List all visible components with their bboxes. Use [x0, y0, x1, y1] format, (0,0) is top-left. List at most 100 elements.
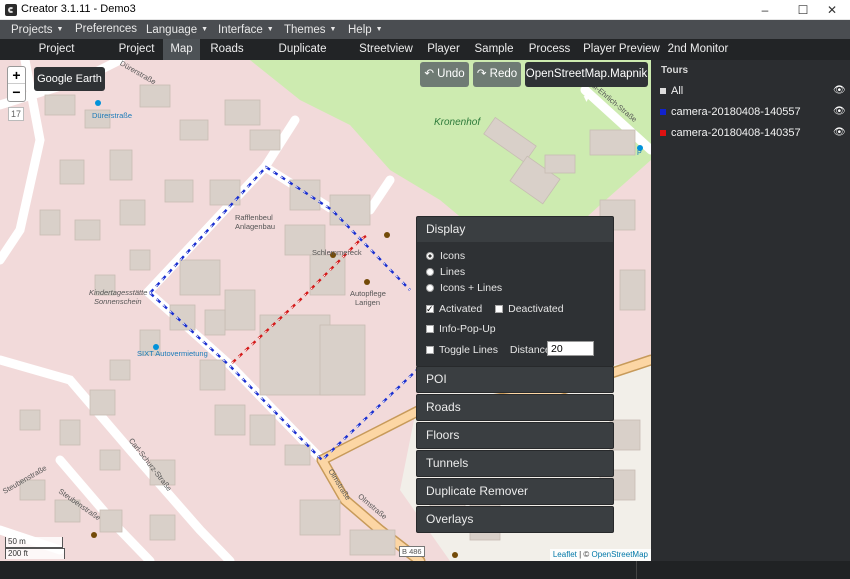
map-label-kronenhof: Kronenhof [434, 117, 481, 128]
window-title: Creator 3.1.11 - Demo3 [21, 3, 136, 15]
menu-help[interactable]: Help ▼ [348, 20, 383, 39]
display-panel-body: Icons Lines Icons + Lines Activated Deac… [417, 242, 613, 366]
option-label: Lines [440, 266, 466, 278]
menu-language[interactable]: Language ▼ [146, 20, 208, 39]
map-attribution: Leaflet | © OpenStreetMap [549, 549, 651, 561]
map-label-b486: B 486 [399, 546, 425, 557]
info-popup-checkbox[interactable] [426, 325, 434, 333]
poi-panel-header[interactable]: POI [417, 367, 613, 392]
scale-imperial: 200 ft [5, 548, 65, 559]
menu-label: Projects [11, 24, 53, 36]
tunnels-panel[interactable]: Tunnels [416, 450, 614, 477]
radio-icons[interactable] [426, 252, 434, 260]
tour-label: camera-20180408-140557 [671, 106, 801, 118]
roads-panel[interactable]: Roads [416, 394, 614, 421]
menu-label: Interface [218, 24, 263, 36]
tab-player-preview[interactable]: Player Preview [583, 39, 660, 60]
tours-title: Tours [661, 65, 689, 76]
caret-down-icon: ▼ [201, 26, 209, 33]
option-icons-lines[interactable]: Icons + Lines [426, 280, 613, 296]
map-view[interactable]: Kronenhof Dürerstraße Dürerstraße Raffle… [0, 60, 651, 561]
menu-themes[interactable]: Themes ▼ [284, 20, 336, 39]
distance-input[interactable]: 20 [547, 341, 594, 356]
map-label-sonnenschein: Sonnenschein [94, 297, 142, 306]
tab-roads[interactable]: Roads [205, 39, 249, 60]
radio-icons-lines[interactable] [426, 284, 434, 292]
status-bar [0, 561, 850, 579]
floors-panel-header[interactable]: Floors [417, 423, 613, 448]
menu-preferences[interactable]: Preferences [75, 20, 137, 39]
duplicate-remover-panel[interactable]: Duplicate Remover [416, 478, 614, 505]
attribution-separator: | © [576, 550, 592, 559]
tab-duplicate-remover[interactable]: Duplicate Remover [255, 39, 350, 75]
tunnels-panel-header[interactable]: Tunnels [417, 451, 613, 476]
zoom-level-indicator: 17 [8, 107, 24, 121]
tab-project-management[interactable]: Project Management [5, 39, 108, 75]
info-popup-label: Info-Pop-Up [439, 323, 496, 335]
tab-sample[interactable]: Sample [472, 39, 516, 60]
zoom-out-button[interactable]: − [8, 84, 25, 101]
osm-link[interactable]: OpenStreetMap [592, 550, 648, 559]
tab-2nd-monitor[interactable]: 2nd Monitor [667, 39, 729, 60]
tab-map[interactable]: Map [163, 39, 200, 60]
menu-label: Language [146, 24, 198, 36]
map-label-sixt: SIXT Autovermietung [137, 349, 208, 358]
deactivated-checkbox[interactable] [495, 305, 504, 313]
roads-panel-header[interactable]: Roads [417, 395, 613, 420]
poi-panel[interactable]: POI [416, 366, 614, 393]
parking-icon: P [637, 150, 642, 157]
tours-sidebar: Tours All 👁 camera-20180408-140557 👁 cam… [651, 60, 850, 561]
menu-projects[interactable]: Projects ▼ [11, 20, 63, 39]
radio-lines[interactable] [426, 268, 434, 276]
zoom-control: + − [7, 66, 26, 102]
eye-icon[interactable]: 👁 [833, 81, 846, 101]
overlays-panel[interactable]: Overlays [416, 506, 614, 533]
caret-down-icon: ▼ [375, 26, 383, 33]
map-scale: 50 m 200 ft [5, 537, 65, 559]
map-label-autopflege: Autopflege [350, 289, 386, 298]
option-icons[interactable]: Icons [426, 248, 613, 264]
undo-button[interactable]: ↶ Undo [420, 62, 469, 87]
display-panel-header[interactable]: Display [417, 217, 613, 242]
eye-icon[interactable]: 👁 [833, 123, 846, 143]
leaflet-link[interactable]: Leaflet [553, 550, 577, 559]
tour-color-swatch [660, 88, 666, 94]
tour-item[interactable]: camera-20180408-140557 👁 [651, 102, 850, 122]
zoom-in-button[interactable]: + [8, 67, 25, 84]
option-label: Icons [440, 250, 466, 262]
tab-process[interactable]: Process [524, 39, 575, 60]
caret-down-icon: ▼ [329, 26, 337, 33]
info-popup-row[interactable]: Info-Pop-Up [426, 321, 613, 337]
option-lines[interactable]: Lines [426, 264, 613, 280]
map-label-schlemmereck: Schlemmereck [312, 248, 362, 257]
tour-color-swatch [660, 130, 666, 136]
floors-panel[interactable]: Floors [416, 422, 614, 449]
tour-item[interactable]: camera-20180408-140357 👁 [651, 123, 850, 143]
map-label-larigen: Larigen [355, 298, 381, 307]
eye-icon[interactable]: 👁 [833, 102, 846, 122]
caret-down-icon: ▼ [266, 26, 274, 33]
scale-metric: 50 m [5, 537, 63, 548]
duplicate-remover-panel-header[interactable]: Duplicate Remover [417, 479, 613, 504]
title-bar: Creator 3.1.11 - Demo3 – ☐ ✕ [0, 0, 850, 20]
minimize-button[interactable]: – [748, 0, 782, 20]
tour-item-all[interactable]: All 👁 [651, 81, 850, 101]
menu-label: Themes [284, 24, 326, 36]
display-panel: Display Icons Lines Icons + Lines Activa… [416, 216, 614, 367]
activated-checkbox[interactable] [426, 301, 434, 317]
tile-layer-dropdown[interactable]: OpenStreetMap.Mapnik ▾ [525, 62, 648, 105]
menu-interface[interactable]: Interface ▼ [218, 20, 274, 39]
toggle-lines-checkbox[interactable] [426, 346, 434, 354]
overlays-panel-header[interactable]: Overlays [417, 507, 613, 532]
status-divider [636, 561, 637, 579]
tab-streetview[interactable]: Streetview [357, 39, 415, 60]
google-earth-button[interactable]: Google Earth [34, 67, 105, 91]
toggle-lines-label: Toggle Lines [439, 344, 498, 356]
tab-bar: Project Management Project Map Roads Dup… [0, 39, 850, 75]
redo-button[interactable]: ↷ Redo [473, 62, 521, 87]
distance-label: Distance [509, 344, 551, 356]
map-label-anlagenbau: Anlagenbau [235, 222, 276, 231]
tab-player[interactable]: Player [422, 39, 465, 60]
tab-project[interactable]: Project [113, 39, 160, 60]
close-button[interactable]: ✕ [815, 0, 849, 20]
